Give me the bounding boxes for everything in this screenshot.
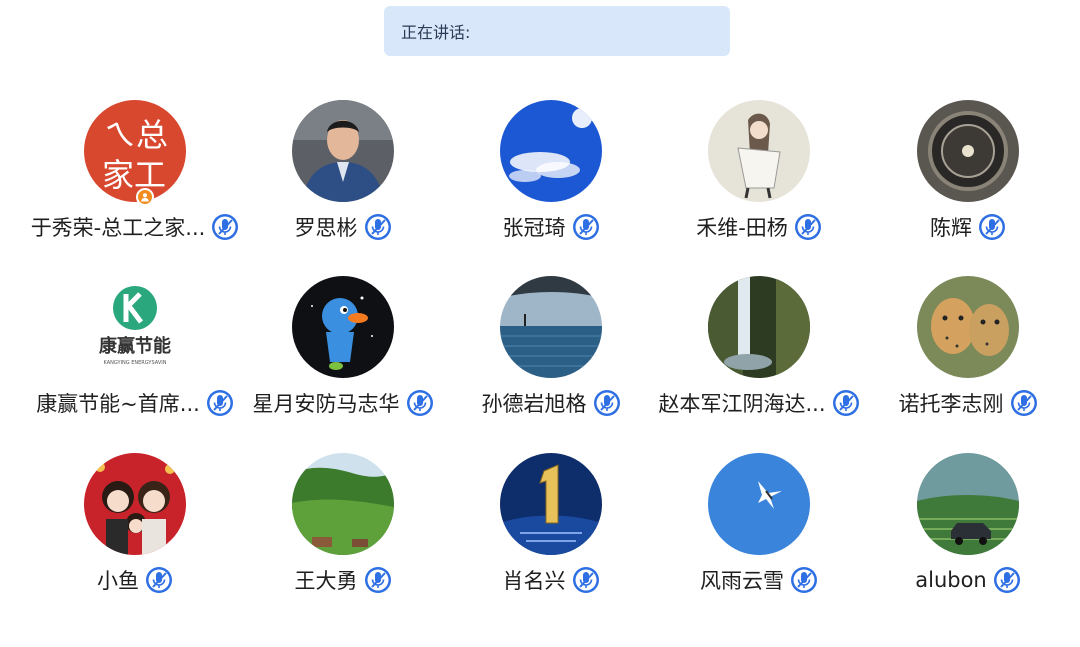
participant-grid: ㄟ总 家工 于秀荣-总工之家... 罗思彬 张冠琦 禾维-田杨 陈辉 康赢节能 …	[0, 0, 1080, 647]
participant-name: 风雨云雪	[700, 569, 784, 593]
participant-name: 康赢节能~首席...	[36, 392, 200, 416]
microphone-muted-icon[interactable]	[572, 213, 600, 241]
avatar-cartoon-family	[84, 453, 186, 555]
participant-tile[interactable]: ㄟ总 家工 于秀荣-总工之家...	[15, 100, 255, 260]
participant-tile[interactable]: 张冠琦	[431, 100, 671, 260]
participant-tile[interactable]: 禾维-田杨	[639, 100, 879, 260]
participant-tile[interactable]: 陈辉	[848, 100, 1080, 260]
participant-tile[interactable]: 风雨云雪	[639, 453, 879, 613]
avatar-man-photo	[292, 100, 394, 202]
avatar-infinity-pool	[500, 276, 602, 378]
avatar-kangying-logo: 康赢节能 KANGYING ENERGYSAVIN	[84, 276, 186, 378]
participant-name: 陈辉	[930, 216, 972, 240]
microphone-muted-icon[interactable]	[593, 389, 621, 417]
participant-tile[interactable]: 王大勇	[223, 453, 463, 613]
svg-text:家工: 家工	[102, 156, 166, 194]
participant-tile[interactable]: 孙德岩旭格	[431, 276, 671, 436]
participant-name: 罗思彬	[294, 216, 358, 240]
avatar-cheetahs	[917, 276, 1019, 378]
kangying-logo-text: 康赢节能	[99, 335, 171, 357]
avatar-number-one	[500, 453, 602, 555]
participant-tile[interactable]: 诺托李志刚	[848, 276, 1080, 436]
participant-name: 于秀荣-总工之家...	[30, 216, 206, 240]
participant-name: 孙德岩旭格	[481, 392, 587, 416]
microphone-muted-icon[interactable]	[406, 389, 434, 417]
participant-name: 诺托李志刚	[898, 392, 1004, 416]
participant-name: 张冠琦	[502, 216, 566, 240]
participant-tile[interactable]: 肖名兴	[431, 453, 671, 613]
participant-tile[interactable]: 康赢节能 KANGYING ENERGYSAVIN 康赢节能~首席...	[15, 276, 255, 436]
participant-name: 小鱼	[97, 569, 139, 593]
microphone-muted-icon[interactable]	[364, 213, 392, 241]
participant-name: alubon	[915, 568, 987, 592]
avatar-blue-sky	[500, 100, 602, 202]
avatar-green-valley	[292, 453, 394, 555]
participant-name: 肖名兴	[502, 569, 566, 593]
microphone-muted-icon[interactable]	[364, 566, 392, 594]
avatar-cartoon-bird	[292, 276, 394, 378]
microphone-muted-icon[interactable]	[794, 213, 822, 241]
avatar-waterfall	[708, 276, 810, 378]
microphone-muted-icon[interactable]	[993, 566, 1021, 594]
host-person-icon	[136, 188, 154, 206]
avatar-logo-glyphs: ㄟ总	[104, 116, 168, 154]
participant-name: 赵本军江阴海达...	[658, 392, 826, 416]
avatar-seagull	[708, 453, 810, 555]
participant-name: 禾维-田杨	[696, 216, 788, 240]
microphone-muted-icon[interactable]	[572, 566, 600, 594]
microphone-muted-icon[interactable]	[1010, 389, 1038, 417]
participant-tile[interactable]: alubon	[848, 453, 1080, 613]
microphone-muted-icon[interactable]	[790, 566, 818, 594]
avatar-compass	[917, 100, 1019, 202]
participant-tile[interactable]: 罗思彬	[223, 100, 463, 260]
avatar-calligraphy-logo: ㄟ总 家工	[84, 100, 186, 202]
participant-name: 王大勇	[294, 569, 358, 593]
microphone-muted-icon[interactable]	[978, 213, 1006, 241]
participant-tile[interactable]: 星月安防马志华	[223, 276, 463, 436]
participant-tile[interactable]: 小鱼	[15, 453, 255, 613]
kangying-logo-subtext: KANGYING ENERGYSAVIN	[104, 360, 167, 366]
microphone-muted-icon[interactable]	[145, 566, 173, 594]
participant-name: 星月安防马志华	[252, 392, 400, 416]
avatar-anime-girl	[708, 100, 810, 202]
participant-tile[interactable]: 赵本军江阴海达...	[639, 276, 879, 436]
avatar-car-field	[917, 453, 1019, 555]
